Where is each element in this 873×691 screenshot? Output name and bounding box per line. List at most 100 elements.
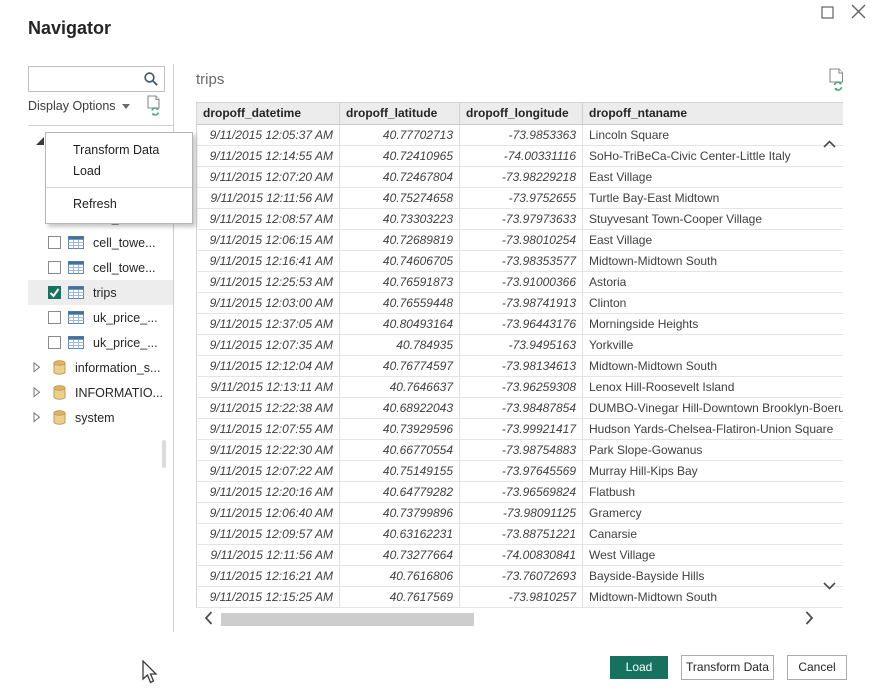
tree-item-table[interactable]: cell_towe... — [28, 255, 173, 280]
maximize-icon — [821, 6, 834, 19]
table-cell: -73.9495163 — [460, 335, 583, 355]
tree-scrollbar-thumb[interactable] — [162, 440, 166, 468]
table-cell: 40.76774597 — [340, 356, 460, 376]
chevron-right-triangle-icon — [33, 387, 41, 398]
table-cell: 9/11/2015 12:22:38 AM — [197, 398, 340, 418]
menu-item-transform-data[interactable]: Transform Data — [46, 140, 192, 161]
context-menu: Transform DataLoad Refresh — [45, 132, 193, 224]
table-cell: 9/11/2015 12:22:30 AM — [197, 440, 340, 460]
table-cell: Midtown-Midtown South — [583, 587, 843, 607]
table-cell: -73.91000366 — [460, 272, 583, 292]
table-cell: West Village — [583, 545, 843, 565]
table-row: 9/11/2015 12:05:37 AM40.77702713-73.9853… — [197, 125, 843, 146]
display-options-dropdown[interactable]: Display Options — [28, 99, 130, 113]
table-icon — [68, 336, 84, 349]
navigator-refresh-button[interactable] — [146, 95, 163, 121]
search-box — [28, 66, 165, 92]
table-cell: 40.73277664 — [340, 545, 460, 565]
table-cell: Yorkville — [583, 335, 843, 355]
table-row: 9/11/2015 12:16:41 AM40.74606705-73.9835… — [197, 251, 843, 272]
table-cell: Morningside Heights — [583, 314, 843, 334]
checkbox[interactable] — [48, 236, 61, 249]
table-cell: 9/11/2015 12:12:04 AM — [197, 356, 340, 376]
table-cell: 40.76591873 — [340, 272, 460, 292]
table-cell: Turtle Bay-East Midtown — [583, 188, 843, 208]
table-cell: 40.7616806 — [340, 566, 460, 586]
table-cell: 9/11/2015 12:06:15 AM — [197, 230, 340, 250]
menu-item-refresh[interactable]: Refresh — [46, 194, 192, 215]
cancel-button[interactable]: Cancel — [787, 655, 847, 680]
tree-item-database[interactable]: INFORMATIO... — [28, 380, 173, 405]
table-cell: 40.77702713 — [340, 125, 460, 145]
table-row: 9/11/2015 12:07:35 AM40.784935-73.949516… — [197, 335, 843, 356]
table-row: 9/11/2015 12:20:16 AM40.64779282-73.9656… — [197, 482, 843, 503]
table-cell: 9/11/2015 12:09:57 AM — [197, 524, 340, 544]
table-cell: -73.98754883 — [460, 440, 583, 460]
table-row: 9/11/2015 12:22:30 AM40.66770554-73.9875… — [197, 440, 843, 461]
table-cell: -73.9810257 — [460, 587, 583, 607]
table-cell: Astoria — [583, 272, 843, 292]
table-cell: 9/11/2015 12:06:40 AM — [197, 503, 340, 523]
table-row: 9/11/2015 12:37:05 AM40.80493164-73.9644… — [197, 314, 843, 335]
dialog-title: Navigator — [28, 18, 111, 39]
table-cell: -73.98741913 — [460, 293, 583, 313]
expanded-triangle-icon — [35, 136, 45, 146]
horizontal-scrollbar-thumb[interactable] — [221, 613, 474, 626]
table-cell: 40.72410965 — [340, 146, 460, 166]
scroll-down-button[interactable] — [823, 577, 836, 595]
tree-item-table[interactable]: uk_price_... — [28, 330, 173, 355]
tree-item-table[interactable]: uk_price_... — [28, 305, 173, 330]
transform-data-button[interactable]: Transform Data — [681, 655, 774, 680]
table-cell: 40.75149155 — [340, 461, 460, 481]
table-cell: 9/11/2015 12:13:11 AM — [197, 377, 340, 397]
scroll-up-button[interactable] — [823, 136, 836, 154]
checkbox[interactable] — [48, 336, 61, 349]
table-cell: 40.7646637 — [340, 377, 460, 397]
table-cell: 40.7617569 — [340, 587, 460, 607]
table-cell: 40.73929596 — [340, 419, 460, 439]
table-cell: 40.63162231 — [340, 524, 460, 544]
scroll-right-button[interactable] — [805, 611, 814, 630]
table-cell: SoHo-TriBeCa-Civic Center-Little Italy — [583, 146, 843, 166]
maximize-button[interactable] — [821, 6, 834, 24]
checkbox[interactable] — [48, 311, 61, 324]
table-cell: -73.98353577 — [460, 251, 583, 271]
table-row: 9/11/2015 12:11:56 AM40.75274658-73.9752… — [197, 188, 843, 209]
table-cell: -73.97973633 — [460, 209, 583, 229]
table-cell: -73.9853363 — [460, 125, 583, 145]
table-cell: -74.00331116 — [460, 146, 583, 166]
tree-item-label: system — [75, 411, 115, 425]
table-cell: DUMBO-Vinegar Hill-Downtown Brooklyn-Boe… — [583, 398, 843, 418]
table-cell: -73.76072693 — [460, 566, 583, 586]
tree-item-table[interactable]: trips — [28, 280, 173, 305]
checkbox[interactable] — [48, 261, 61, 274]
scroll-left-button[interactable] — [204, 611, 213, 630]
table-cell: -73.96443176 — [460, 314, 583, 334]
table-cell: Stuyvesant Town-Cooper Village — [583, 209, 843, 229]
table-icon — [68, 261, 84, 274]
preview-title: trips — [196, 71, 224, 88]
tree-item-database[interactable]: information_s... — [28, 355, 173, 380]
load-button[interactable]: Load — [610, 656, 668, 679]
chevron-down-icon — [122, 104, 130, 109]
search-input[interactable] — [29, 67, 143, 91]
column-header: dropoff_datetime — [197, 103, 340, 124]
table-row: 9/11/2015 12:14:55 AM40.72410965-74.0033… — [197, 146, 843, 167]
tree-item-table[interactable]: cell_towe... — [28, 230, 173, 255]
search-icon[interactable] — [143, 71, 160, 88]
checkbox[interactable] — [48, 286, 61, 299]
close-button[interactable] — [851, 4, 866, 24]
tree-item-database[interactable]: system — [28, 405, 173, 430]
table-cell: 40.66770554 — [340, 440, 460, 460]
chevron-up-icon — [823, 140, 836, 149]
preview-table: dropoff_datetimedropoff_latitudedropoff_… — [196, 102, 843, 608]
preview-refresh-button[interactable] — [828, 68, 846, 96]
table-cell: -73.96569824 — [460, 482, 583, 502]
chevron-right-icon — [805, 611, 814, 625]
tree-item-label: INFORMATIO... — [75, 386, 163, 400]
table-cell: 9/11/2015 12:11:56 AM — [197, 545, 340, 565]
table-cell: East Village — [583, 230, 843, 250]
menu-item-load[interactable]: Load — [46, 161, 192, 182]
tree-item-label: trips — [93, 286, 117, 300]
table-row: 9/11/2015 12:07:55 AM40.73929596-73.9992… — [197, 419, 843, 440]
